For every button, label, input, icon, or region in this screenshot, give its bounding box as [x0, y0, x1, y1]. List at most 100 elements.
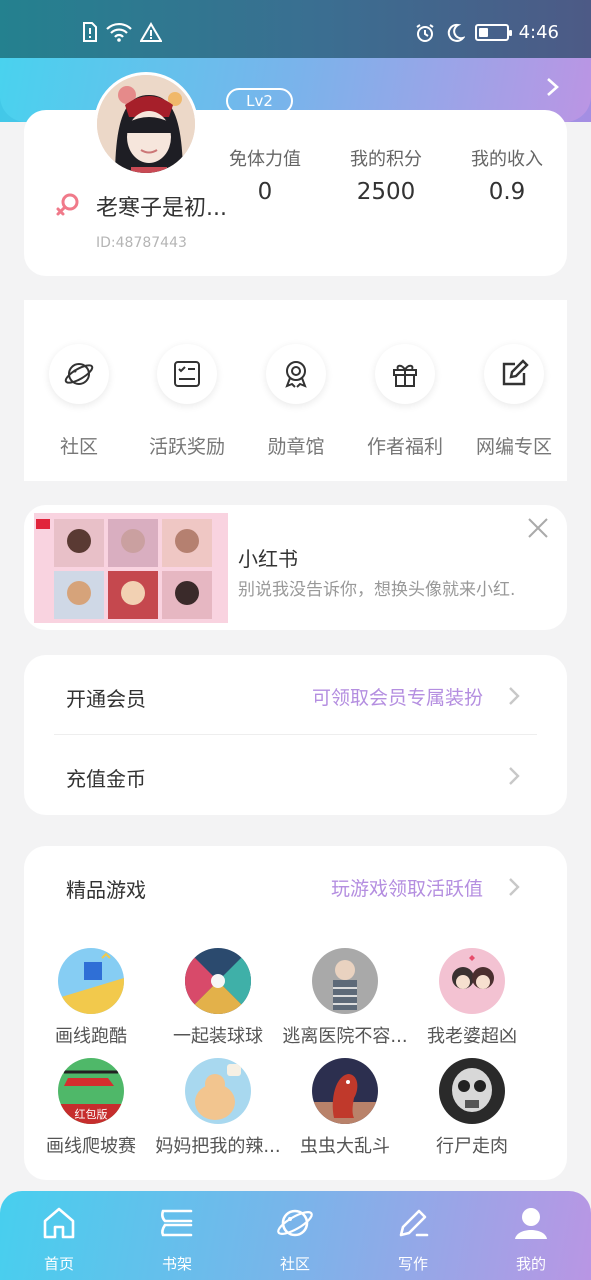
vip-card: 开通会员 可领取会员专属装扮 充值金币	[24, 655, 567, 815]
game-icon	[185, 948, 251, 1014]
nav-label: 书架	[161, 1255, 192, 1273]
game-icon: 红包版	[58, 1058, 124, 1124]
game-badge-text: 红包版	[75, 1107, 108, 1121]
ad-description: 别说我没告诉你，想换头像就来小红.	[238, 580, 516, 600]
row-title: 充值金币	[66, 767, 146, 791]
nav-community[interactable]: 社区	[250, 1203, 340, 1274]
menu-item-activity-reward[interactable]: 活跃奖励	[132, 344, 242, 459]
game-icon	[312, 948, 378, 1014]
game-name: 我老婆超凶	[427, 1026, 517, 1047]
stat-stamina[interactable]: 免体力值 0	[210, 145, 320, 205]
nav-bookshelf[interactable]: 书架	[132, 1203, 222, 1274]
game-name: 妈妈把我的辣...	[155, 1136, 281, 1157]
status-left-icons	[82, 22, 162, 42]
ad-banner[interactable]: 小红书 别说我没告诉你，想换头像就来小红.	[24, 505, 567, 630]
battery-icon	[474, 24, 512, 41]
row-title: 开通会员	[66, 687, 146, 711]
moon-icon	[447, 23, 465, 42]
menu-label: 社区	[59, 436, 98, 458]
edit-icon	[502, 359, 529, 386]
row-hint: 可领取会员专属装扮	[311, 687, 483, 709]
planet-icon	[277, 1209, 313, 1237]
nav-write[interactable]: 写作	[368, 1203, 458, 1274]
warning-icon	[140, 22, 162, 42]
open-vip-row[interactable]: 开通会员 可领取会员专属装扮	[24, 655, 567, 735]
recharge-coins-row[interactable]: 充值金币	[24, 735, 567, 815]
chevron-right-icon	[509, 878, 520, 896]
gift-icon	[393, 364, 417, 387]
menu-label: 作者福利	[366, 436, 443, 458]
stat-label: 免体力值	[229, 149, 301, 170]
game-item[interactable]: 红包版 画线爬坡赛	[24, 1058, 158, 1158]
username: 老寒子是初...	[96, 196, 227, 221]
home-icon	[43, 1207, 75, 1239]
nav-label: 我的	[515, 1255, 546, 1273]
game-item[interactable]: 虫虫大乱斗	[278, 1058, 412, 1158]
games-card: 精品游戏 玩游戏领取活跃值 画线跑酷 一起装球球 逃离医院不容... 我老婆超凶…	[24, 846, 567, 1180]
menu-icon-circle	[484, 344, 544, 404]
game-name: 虫虫大乱斗	[300, 1136, 390, 1157]
female-icon	[56, 193, 79, 216]
menu-label: 勋章馆	[267, 436, 325, 458]
bookshelf-icon	[161, 1209, 193, 1237]
game-item[interactable]: 行尸走肉	[405, 1058, 539, 1158]
games-title: 精品游戏	[66, 878, 146, 902]
clock-time: 4:46	[518, 22, 559, 43]
chevron-right-icon[interactable]	[541, 76, 563, 98]
wifi-icon	[106, 22, 132, 42]
ad-title: 小红书	[238, 547, 298, 571]
nav-label: 写作	[397, 1255, 428, 1273]
menu-label: 活跃奖励	[148, 436, 225, 458]
game-item[interactable]: 逃离医院不容...	[278, 948, 412, 1048]
level-badge: Lv2	[226, 88, 293, 114]
menu-item-author-welfare[interactable]: 作者福利	[350, 344, 460, 459]
game-icon	[185, 1058, 251, 1124]
pen-icon	[399, 1209, 429, 1237]
nav-mine[interactable]: 我的	[486, 1203, 576, 1274]
chevron-right-icon	[509, 767, 520, 785]
game-icon	[58, 948, 124, 1014]
ad-image	[34, 513, 228, 623]
stat-value: 0	[257, 179, 273, 205]
menu-icon-circle	[49, 344, 109, 404]
sim-alert-icon	[83, 22, 97, 42]
game-item[interactable]: 妈妈把我的辣...	[151, 1058, 285, 1158]
menu-icon-circle	[375, 344, 435, 404]
planet-icon	[64, 363, 94, 385]
game-icon	[312, 1058, 378, 1124]
checklist-icon	[174, 361, 200, 387]
status-right-icons: 4:46	[415, 22, 559, 43]
game-name: 画线爬坡赛	[46, 1136, 136, 1157]
stat-value: 0.9	[488, 179, 526, 205]
alarm-icon	[416, 23, 434, 42]
menu-item-community[interactable]: 社区	[24, 344, 134, 459]
games-hint: 玩游戏领取活跃值	[330, 878, 483, 900]
stat-value: 2500	[356, 179, 416, 205]
menu-item-medal-hall[interactable]: 勋章馆	[241, 344, 351, 459]
menu-label: 网编专区	[475, 436, 552, 458]
game-item[interactable]: 我老婆超凶	[405, 948, 539, 1048]
menu-item-editor-zone[interactable]: 网编专区	[459, 344, 569, 459]
stat-points[interactable]: 我的积分 2500	[331, 145, 441, 205]
medal-icon	[285, 361, 307, 388]
avatar[interactable]	[94, 72, 198, 176]
menu-icon-circle	[266, 344, 326, 404]
game-name: 画线跑酷	[55, 1026, 127, 1047]
close-icon[interactable]	[525, 515, 551, 541]
game-name: 行尸走肉	[436, 1136, 508, 1157]
nav-label: 社区	[279, 1255, 310, 1273]
stat-label: 我的收入	[471, 149, 543, 170]
chevron-right-icon	[509, 687, 520, 705]
game-icon	[439, 948, 505, 1014]
nav-home[interactable]: 首页	[14, 1203, 104, 1274]
stat-income[interactable]: 我的收入 0.9	[452, 145, 562, 205]
game-name: 逃离医院不容...	[282, 1026, 408, 1047]
game-item[interactable]: 一起装球球	[151, 948, 285, 1048]
game-item[interactable]: 画线跑酷	[24, 948, 158, 1048]
stat-label: 我的积分	[350, 149, 422, 170]
battery-level-fill	[478, 28, 488, 37]
game-name: 一起装球球	[173, 1026, 263, 1047]
quick-menu: 社区 活跃奖励 勋章馆 作者福利 网编专区	[24, 300, 567, 481]
user-icon	[515, 1208, 547, 1239]
menu-icon-circle	[157, 344, 217, 404]
